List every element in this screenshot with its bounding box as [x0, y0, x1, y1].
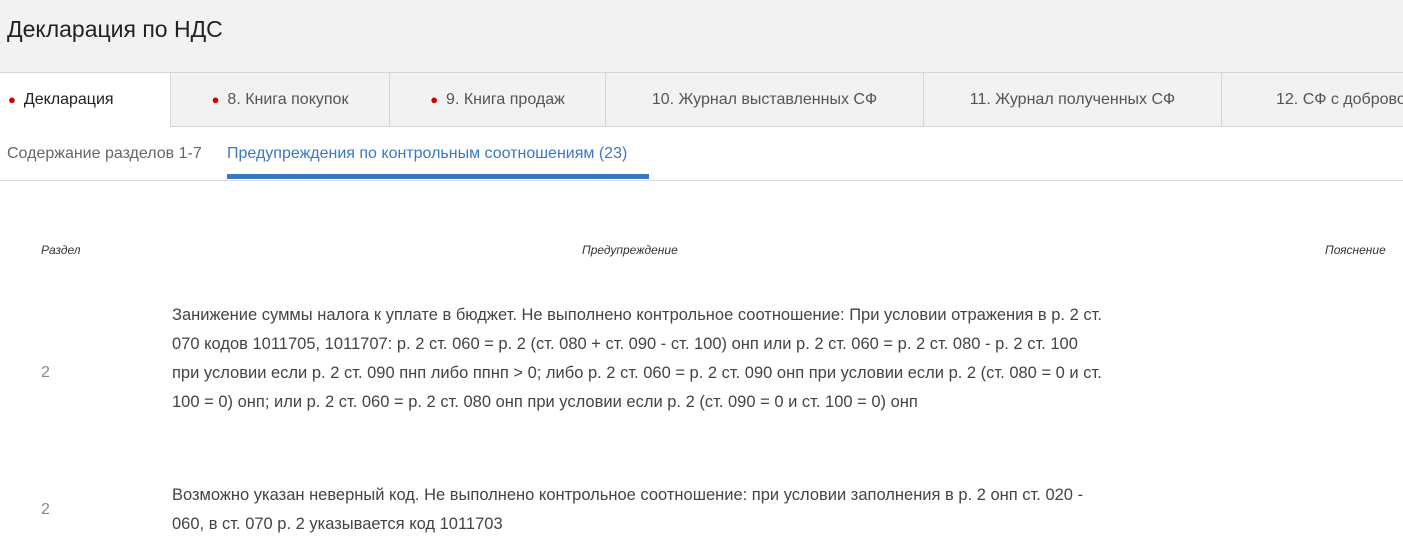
error-dot-icon: ● [211, 92, 220, 107]
tab-voluntary-invoices[interactable]: 12. СФ с доброво [1221, 72, 1403, 127]
tab-issued-invoices-journal[interactable]: 10. Журнал выставленных СФ [605, 72, 923, 127]
tab-label: 9. Книга продаж [446, 90, 565, 108]
tab-label: 10. Журнал выставленных СФ [651, 90, 878, 108]
main-tabs: ● Декларация ● 8. Книга покупок ● 9. Кни… [0, 72, 1403, 127]
tab-declaration[interactable]: ● Декларация [0, 72, 170, 127]
error-dot-icon: ● [8, 92, 16, 107]
row-section-value: 2 [41, 501, 50, 518]
row-warning-text: Занижение суммы налога к уплате в бюджет… [172, 306, 1102, 411]
tab-received-invoices-journal[interactable]: 11. Журнал полученных СФ [923, 72, 1221, 127]
column-header-explanation: Пояснение [1325, 243, 1386, 257]
row-section-value: 2 [41, 364, 50, 381]
column-header-warning: Предупреждение [582, 243, 678, 257]
header: Декларация по НДС [0, 0, 1403, 73]
sub-tabs: Содержание разделов 1-7 Предупреждения п… [0, 127, 1403, 181]
subtab-sections-content[interactable]: Содержание разделов 1-7 [7, 145, 202, 163]
error-dot-icon: ● [430, 92, 439, 107]
tab-sales-book[interactable]: ● 9. Книга продаж [389, 72, 605, 127]
row-warning-text: Возможно указан неверный код. Не выполне… [172, 486, 1084, 533]
subtab-control-ratio-warnings[interactable]: Предупреждения по контрольным соотношени… [227, 145, 627, 163]
column-header-section: Раздел [41, 243, 81, 257]
tab-purchase-book[interactable]: ● 8. Книга покупок [170, 72, 389, 127]
tab-label: 11. Журнал полученных СФ [969, 90, 1176, 108]
tab-label: 8. Книга покупок [227, 90, 349, 108]
tab-label: 12. СФ с доброво [1276, 90, 1403, 108]
tab-label: Декларация [23, 90, 114, 108]
active-subtab-indicator [227, 174, 649, 179]
page-title: Декларация по НДС [7, 16, 223, 42]
